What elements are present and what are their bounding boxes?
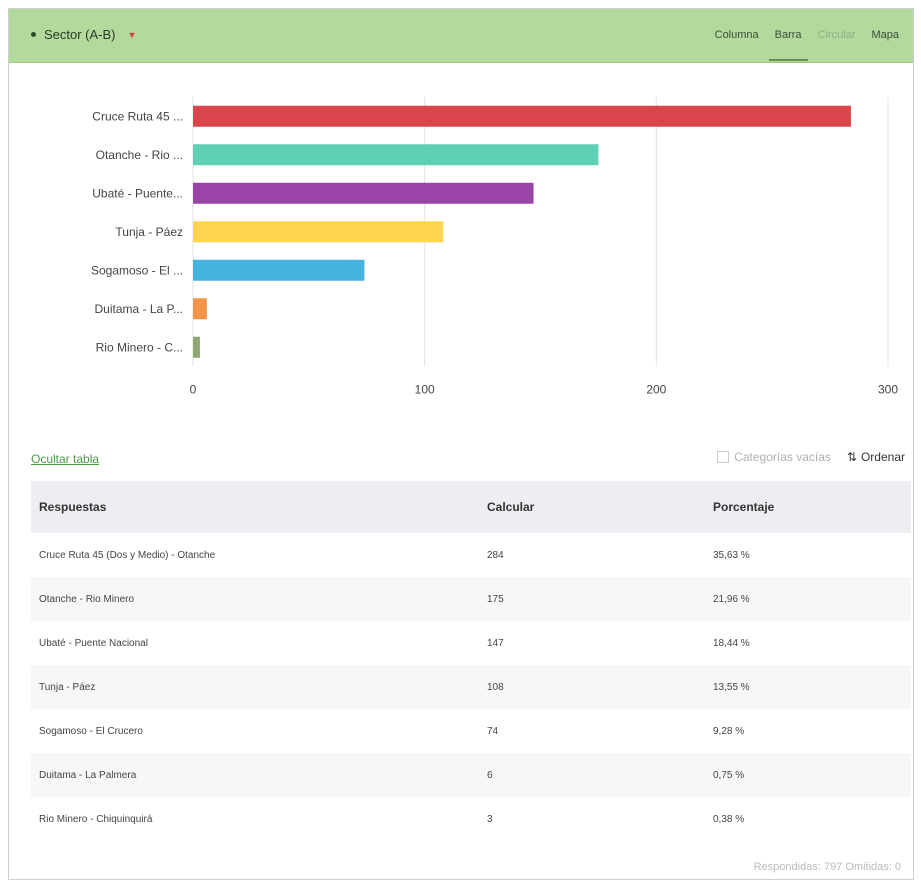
count-cell: 284 [487, 549, 504, 561]
x-tick-label: 0 [190, 383, 197, 397]
category-label: Tunja - Páez [115, 225, 183, 239]
header-calcular: Calcular [479, 481, 705, 533]
tab-columna[interactable]: Columna [715, 9, 759, 61]
checkbox[interactable] [717, 451, 730, 463]
bar[interactable] [193, 221, 444, 243]
percent-cell: 0,75 % [705, 753, 911, 797]
answer-cell: Otanche - Rio Minero [31, 577, 479, 621]
empty-categories-label: Categorías vacías [734, 450, 831, 464]
count-cell: 108 [479, 665, 705, 709]
bar[interactable] [193, 182, 534, 204]
category-label: Duitama - La P... [95, 302, 184, 316]
percent-cell: 9,28 % [713, 725, 745, 737]
tab-barra[interactable]: Barra [768, 9, 808, 61]
category-label: Otanche - Rio ... [96, 148, 183, 162]
bar[interactable] [193, 259, 365, 281]
count-cell: 147 [487, 637, 504, 649]
bar[interactable] [193, 336, 200, 358]
bar[interactable] [193, 105, 851, 127]
table-row: Otanche - Rio Minero 175 21,96 % [31, 577, 911, 621]
table-header-row: Respuestas Calcular Porcentaje [31, 481, 911, 533]
count-cell: 74 [487, 725, 499, 737]
hide-table-link[interactable]: Ocultar tabla [31, 452, 99, 466]
percent-cell: 18,44 % [713, 637, 750, 649]
table-row: Rio Minero - Chiquinquirá 3 0,38 % [31, 797, 911, 841]
answer-cell: Ubaté - Puente Nacional [39, 637, 148, 649]
bullet-icon [31, 32, 36, 37]
count-cell: 175 [479, 577, 705, 621]
category-label: Cruce Ruta 45 ... [92, 109, 183, 123]
header-respuestas: Respuestas [31, 481, 479, 533]
tab-mapa[interactable]: Mapa [871, 9, 899, 61]
percent-cell: 35,63 % [713, 549, 750, 561]
bar[interactable] [193, 298, 207, 320]
question-title-text: Sector (A-B) [44, 27, 116, 42]
bar-chart: 0 100 200 300 Cruce Ruta 45 ... Otanche - Rio… [91, 97, 898, 397]
sort-button[interactable]: ⇅ Ordenar [847, 450, 905, 464]
table-row: Cruce Ruta 45 (Dos y Medio) - Otanche 28… [31, 533, 911, 577]
x-tick-label: 100 [415, 383, 435, 397]
sort-label: Ordenar [860, 450, 905, 464]
table-row: Tunja - Páez 108 13,55 % [31, 665, 911, 709]
count-cell: 3 [487, 813, 493, 825]
table-row: Sogamoso - El Crucero 74 9,28 % [31, 709, 911, 753]
response-summary: Respondidas: 797 Omitidas: 0 [753, 861, 901, 873]
count-cell: 6 [479, 753, 705, 797]
percent-cell: 0,38 % [713, 813, 745, 825]
chevron-down-icon[interactable]: ▼ [128, 30, 137, 40]
chart-type-tabs: Columna Barra Circular Mapa [715, 9, 899, 61]
percent-cell: 21,96 % [705, 577, 911, 621]
category-label: Rio Minero - C... [96, 340, 183, 354]
question-title[interactable]: Sector (A-B) ▼ [31, 27, 136, 42]
header-porcentaje: Porcentaje [705, 481, 911, 533]
table-row: Ubaté - Puente Nacional 147 18,44 % [31, 621, 911, 665]
percent-cell: 13,55 % [705, 665, 911, 709]
results-table: Respuestas Calcular Porcentaje Cruce Rut… [31, 481, 911, 841]
x-tick-label: 300 [878, 383, 898, 397]
answer-cell: Sogamoso - El Crucero [39, 725, 143, 737]
tab-circular: Circular [817, 29, 856, 41]
answer-cell: Duitama - La Palmera [31, 753, 479, 797]
empty-categories-toggle[interactable]: Categorías vacías [717, 450, 831, 464]
answer-cell: Rio Minero - Chiquinquirá [39, 813, 153, 825]
category-label: Sogamoso - El ... [91, 263, 183, 277]
answer-cell: Tunja - Páez [31, 665, 479, 709]
bar[interactable] [193, 144, 599, 166]
x-tick-label: 200 [646, 383, 666, 397]
category-label: Ubaté - Puente... [92, 186, 183, 200]
table-row: Duitama - La Palmera 6 0,75 % [31, 753, 911, 797]
question-panel: Sector (A-B) ▼ Columna Barra Circular Ma… [8, 8, 914, 880]
sort-icon: ⇅ [846, 450, 857, 464]
answer-cell: Cruce Ruta 45 (Dos y Medio) - Otanche [39, 549, 216, 561]
question-header: Sector (A-B) ▼ Columna Barra Circular Ma… [9, 9, 913, 63]
table-options: Categorías vacías ⇅ Ordenar [717, 450, 905, 464]
